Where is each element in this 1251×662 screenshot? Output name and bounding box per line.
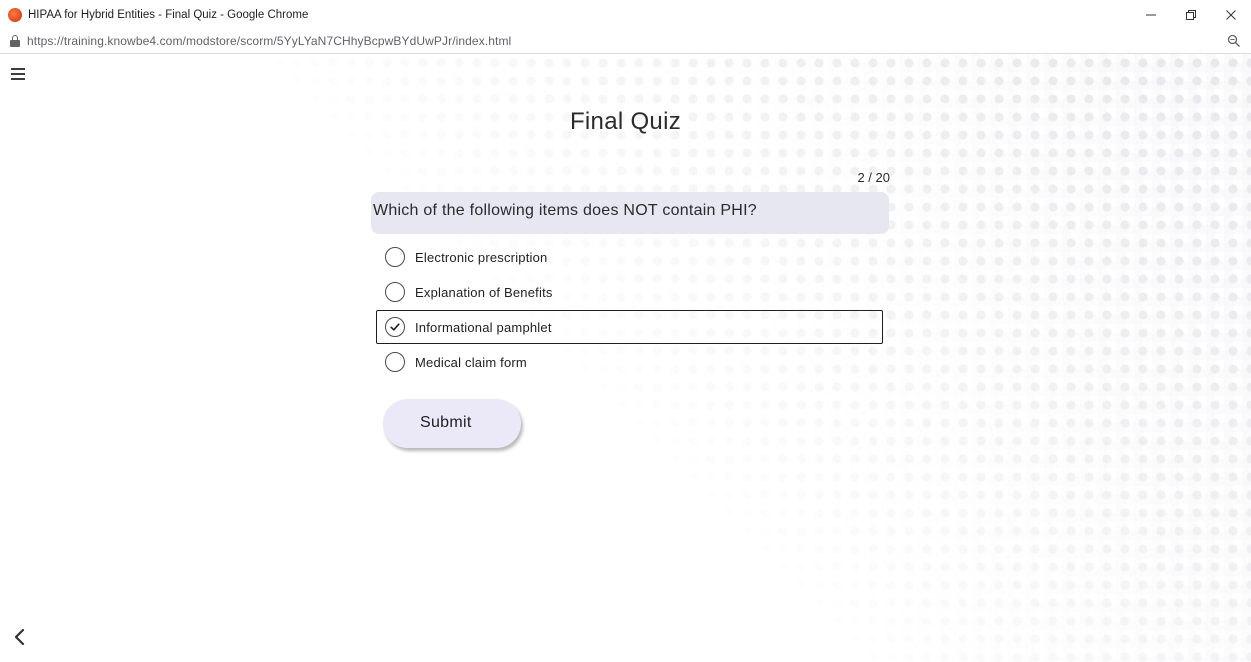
window-title-bar: HIPAA for Hybrid Entities - Final Quiz -…: [0, 0, 1251, 29]
answer-label: Informational pamphlet: [415, 319, 552, 335]
radio-button[interactable]: [385, 247, 405, 267]
answer-label: Electronic prescription: [415, 249, 548, 265]
zoom-icon[interactable]: [1227, 34, 1241, 48]
window-title: HIPAA for Hybrid Entities - Final Quiz -…: [28, 8, 309, 21]
restore-button[interactable]: [1171, 0, 1211, 29]
page-title: Final Quiz: [569, 108, 682, 135]
submit-button[interactable]: Submit: [383, 399, 521, 448]
minimize-icon: [1146, 14, 1156, 15]
radio-button[interactable]: [385, 282, 405, 302]
minimize-button[interactable]: [1131, 0, 1171, 29]
answer-label: Explanation of Benefits: [415, 284, 553, 300]
radio-button[interactable]: [385, 352, 405, 372]
close-button[interactable]: [1211, 0, 1251, 29]
close-icon: [1226, 9, 1236, 20]
answer-option[interactable]: Medical claim form: [376, 345, 883, 379]
answer-label: Medical claim form: [415, 354, 527, 370]
answer-list: Electronic prescription Explanation of B…: [376, 240, 883, 380]
question-text: Which of the following items does NOT co…: [371, 192, 889, 234]
window-controls: [1131, 0, 1251, 29]
chrome-app-icon: [8, 7, 22, 22]
question-progress: 2 / 20: [857, 170, 890, 185]
checkmark-icon: [390, 323, 400, 331]
url-text[interactable]: https://training.knowbe4.com/modstore/sc…: [27, 34, 511, 48]
answer-option-selected[interactable]: Informational pamphlet: [376, 310, 883, 344]
hamburger-menu-icon[interactable]: [8, 64, 28, 84]
answer-option[interactable]: Electronic prescription: [376, 240, 883, 274]
course-content: Final Quiz 2 / 20 Which of the following…: [0, 54, 1251, 662]
radio-button-checked[interactable]: [385, 317, 405, 337]
address-bar[interactable]: https://training.knowbe4.com/modstore/sc…: [0, 29, 1251, 54]
lock-icon: [10, 35, 20, 47]
restore-icon: [1186, 9, 1196, 20]
chevron-left-icon[interactable]: [8, 624, 32, 650]
answer-option[interactable]: Explanation of Benefits: [376, 275, 883, 309]
